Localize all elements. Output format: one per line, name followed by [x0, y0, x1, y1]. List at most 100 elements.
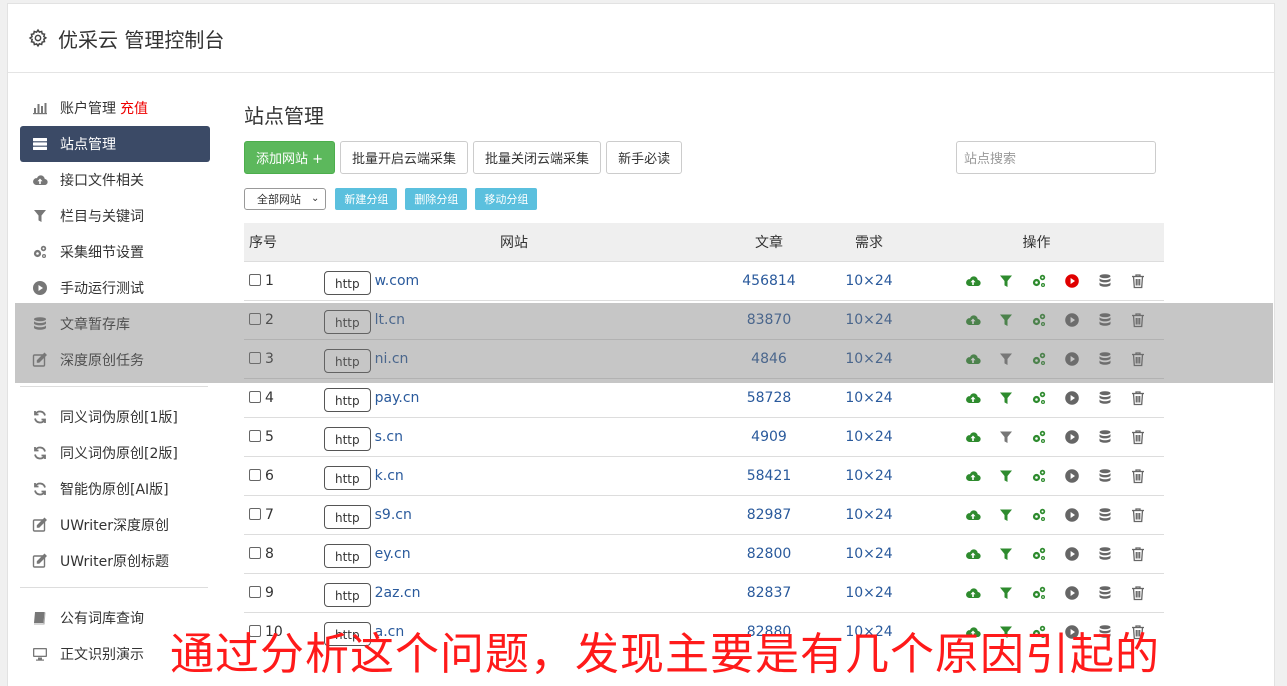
- trash-icon[interactable]: [1130, 507, 1146, 523]
- move-group-button[interactable]: 移动分组: [475, 187, 538, 210]
- http-badge[interactable]: http: [324, 543, 371, 568]
- gears-icon[interactable]: [1031, 390, 1047, 406]
- site-domain[interactable]: 2az.cn: [375, 585, 421, 601]
- play-circle-icon[interactable]: [1064, 507, 1080, 523]
- batch-enable-cloud-button[interactable]: 批量开启云端采集: [340, 141, 469, 174]
- article-count[interactable]: 456814: [709, 261, 829, 300]
- book-icon: [31, 609, 49, 627]
- site-domain[interactable]: w.com: [375, 273, 420, 289]
- demand-value[interactable]: 10×24: [829, 534, 909, 573]
- filter-icon[interactable]: [998, 273, 1014, 289]
- article-count[interactable]: 82987: [709, 495, 829, 534]
- http-badge[interactable]: http: [324, 465, 371, 490]
- site-search-input[interactable]: 站点搜索: [956, 141, 1156, 174]
- database-icon[interactable]: [1097, 585, 1113, 601]
- row-checkbox[interactable]: [249, 390, 261, 403]
- play-circle-icon[interactable]: [1064, 429, 1080, 445]
- http-badge[interactable]: http: [324, 426, 371, 451]
- http-badge[interactable]: http: [324, 270, 371, 295]
- sidebar-item[interactable]: 站点管理: [20, 126, 210, 162]
- cloud-upload-icon[interactable]: [965, 546, 981, 562]
- refresh-icon: [31, 408, 49, 426]
- play-circle-icon[interactable]: [1064, 273, 1080, 289]
- http-badge[interactable]: http: [324, 387, 371, 412]
- database-icon[interactable]: [1097, 273, 1113, 289]
- sidebar-item[interactable]: 接口文件相关: [20, 162, 210, 198]
- row-checkbox[interactable]: [249, 468, 261, 481]
- gears-icon[interactable]: [1031, 273, 1047, 289]
- filter-icon[interactable]: [998, 429, 1014, 445]
- database-icon[interactable]: [1097, 429, 1113, 445]
- row-checkbox[interactable]: [249, 585, 261, 598]
- demand-value[interactable]: 10×24: [829, 378, 909, 417]
- article-count[interactable]: 82837: [709, 573, 829, 612]
- trash-icon[interactable]: [1130, 390, 1146, 406]
- demand-value[interactable]: 10×24: [829, 456, 909, 495]
- row-checkbox[interactable]: [249, 429, 261, 442]
- group-select[interactable]: 全部网站 ⌄: [244, 187, 327, 210]
- recharge-link[interactable]: 充值: [120, 98, 148, 118]
- database-icon[interactable]: [1097, 546, 1113, 562]
- site-domain[interactable]: pay.cn: [375, 390, 420, 406]
- gears-icon[interactable]: [1031, 546, 1047, 562]
- article-count[interactable]: 58728: [709, 378, 829, 417]
- gears-icon[interactable]: [1031, 585, 1047, 601]
- cloud-upload-icon[interactable]: [965, 585, 981, 601]
- article-count[interactable]: 58421: [709, 456, 829, 495]
- cloud-upload-icon[interactable]: [965, 507, 981, 523]
- play-circle-icon[interactable]: [1064, 468, 1080, 484]
- sidebar-item[interactable]: 采集细节设置: [20, 234, 210, 270]
- row-checkbox[interactable]: [249, 507, 261, 520]
- demand-value[interactable]: 10×24: [829, 573, 909, 612]
- add-site-button[interactable]: 添加网站 +: [244, 141, 336, 174]
- site-domain[interactable]: ey.cn: [375, 546, 411, 562]
- site-domain[interactable]: s9.cn: [375, 507, 412, 523]
- http-badge[interactable]: http: [324, 582, 371, 607]
- demand-value[interactable]: 10×24: [829, 261, 909, 300]
- batch-disable-cloud-button[interactable]: 批量关闭云端采集: [473, 141, 602, 174]
- filter-icon[interactable]: [998, 585, 1014, 601]
- sidebar-item[interactable]: 智能伪原创[AI版]: [20, 471, 210, 507]
- beginner-guide-button[interactable]: 新手必读: [606, 141, 683, 174]
- delete-group-button[interactable]: 删除分组: [405, 187, 468, 210]
- play-circle-icon[interactable]: [1064, 390, 1080, 406]
- site-domain[interactable]: s.cn: [375, 429, 403, 445]
- sidebar-item[interactable]: UWriter深度原创: [20, 507, 210, 543]
- http-badge[interactable]: http: [324, 504, 371, 529]
- article-count[interactable]: 82800: [709, 534, 829, 573]
- database-icon[interactable]: [1097, 468, 1113, 484]
- demand-value[interactable]: 10×24: [829, 495, 909, 534]
- trash-icon[interactable]: [1130, 429, 1146, 445]
- filter-icon[interactable]: [998, 468, 1014, 484]
- trash-icon[interactable]: [1130, 546, 1146, 562]
- database-icon[interactable]: [1097, 390, 1113, 406]
- cloud-upload-icon[interactable]: [965, 468, 981, 484]
- sidebar-item[interactable]: 同义词伪原创[2版]: [20, 435, 210, 471]
- play-circle-icon[interactable]: [1064, 585, 1080, 601]
- gears-icon[interactable]: [1031, 429, 1047, 445]
- demand-value[interactable]: 10×24: [829, 417, 909, 456]
- row-checkbox[interactable]: [249, 546, 261, 559]
- play-circle-icon[interactable]: [1064, 546, 1080, 562]
- gears-icon[interactable]: [1031, 468, 1047, 484]
- article-count[interactable]: 4909: [709, 417, 829, 456]
- trash-icon[interactable]: [1130, 273, 1146, 289]
- filter-icon[interactable]: [998, 390, 1014, 406]
- cloud-upload-icon[interactable]: [965, 390, 981, 406]
- database-icon[interactable]: [1097, 507, 1113, 523]
- trash-icon[interactable]: [1130, 468, 1146, 484]
- gears-icon[interactable]: [1031, 507, 1047, 523]
- sidebar-item[interactable]: UWriter原创标题: [20, 543, 210, 579]
- sidebar-item[interactable]: 账户管理 充值: [20, 90, 210, 126]
- sidebar-item[interactable]: 同义词伪原创[1版]: [20, 399, 210, 435]
- filter-icon[interactable]: [998, 507, 1014, 523]
- trash-icon[interactable]: [1130, 585, 1146, 601]
- cloud-upload-icon[interactable]: [965, 429, 981, 445]
- sidebar-item[interactable]: 手动运行测试: [20, 270, 210, 306]
- new-group-button[interactable]: 新建分组: [335, 187, 398, 210]
- cloud-upload-icon[interactable]: [965, 273, 981, 289]
- sidebar-item[interactable]: 栏目与关键词: [20, 198, 210, 234]
- site-domain[interactable]: k.cn: [375, 468, 404, 484]
- filter-icon[interactable]: [998, 546, 1014, 562]
- row-checkbox[interactable]: [249, 273, 261, 286]
